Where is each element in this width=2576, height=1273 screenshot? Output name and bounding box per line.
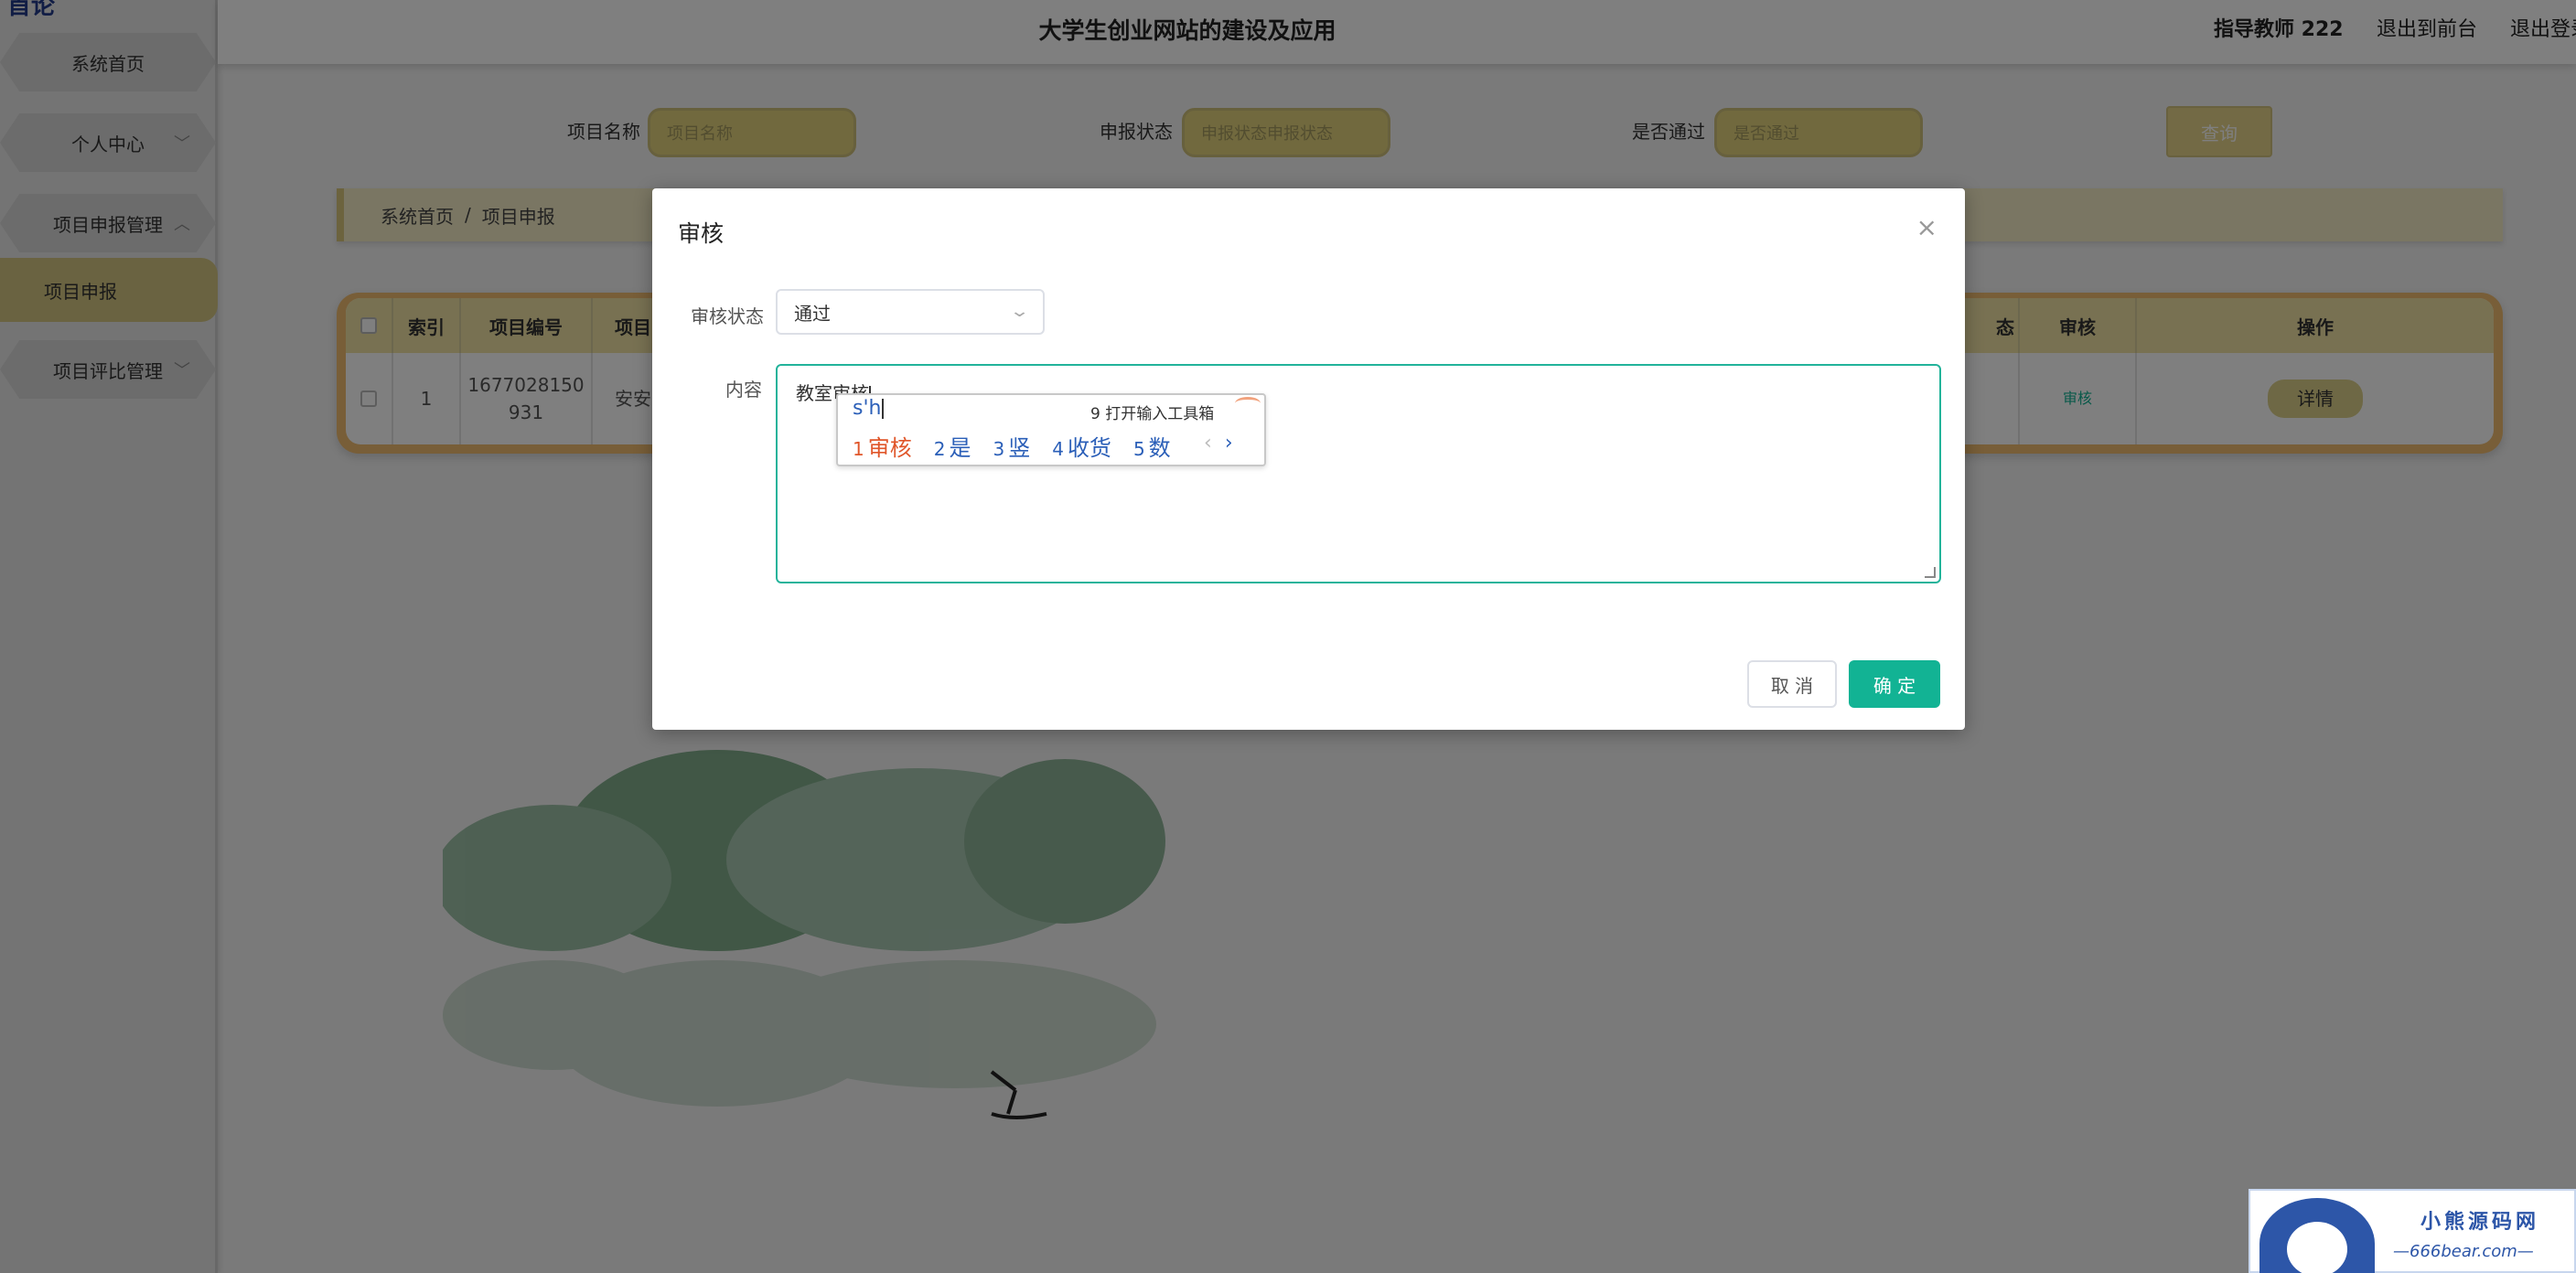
ime-candidate-2[interactable]: 2是 (934, 430, 971, 462)
ime-caret (882, 399, 885, 419)
ime-next-page-icon[interactable]: › (1225, 432, 1233, 455)
ime-composition: s'h (853, 397, 885, 420)
confirm-button[interactable]: 确 定 (1849, 660, 1940, 708)
watermark-line1: 小熊源码网 (2420, 1210, 2540, 1234)
cancel-button[interactable]: 取 消 (1747, 660, 1837, 708)
dialog-title: 审核 (678, 220, 724, 247)
ime-pinyin-text: s'h (853, 397, 882, 420)
audit-status-label: 审核状态 (691, 305, 764, 327)
audit-status-value: 通过 (794, 302, 831, 325)
ime-prev-page-icon[interactable]: ‹ (1204, 432, 1212, 455)
ime-candidate-4[interactable]: 4 收货 (1052, 430, 1111, 462)
site-watermark: 小熊源码网 —666bear.com— (2249, 1189, 2576, 1273)
resize-handle-icon[interactable] (1925, 567, 1936, 578)
close-icon[interactable]: × (1916, 212, 1937, 242)
ime-toolbox-link[interactable]: 9 打开输入工具箱 (1090, 401, 1214, 423)
ime-candidate-1[interactable]: 1 审核 (853, 430, 912, 462)
ime-candidate-popup: s'h 9 打开输入工具箱 1 审核 2是 3竖 4 收货 5数 ‹ › (836, 393, 1266, 466)
ime-candidate-3[interactable]: 3竖 (993, 430, 1030, 462)
content-label: 内容 (725, 379, 762, 401)
watermark-line2: —666bear.com— (2393, 1242, 2534, 1261)
ime-page-nav: ‹ › (1204, 432, 1233, 455)
chevron-down-icon: ⌄ (1009, 302, 1030, 321)
ime-skin-decoration-icon (1235, 397, 1261, 410)
audit-status-select[interactable]: 通过 ⌄ (776, 289, 1045, 335)
bear-logo-icon (2259, 1198, 2375, 1273)
ime-candidate-list: 1 审核 2是 3竖 4 收货 5数 (853, 430, 1171, 462)
ime-candidate-5[interactable]: 5数 (1133, 430, 1171, 462)
